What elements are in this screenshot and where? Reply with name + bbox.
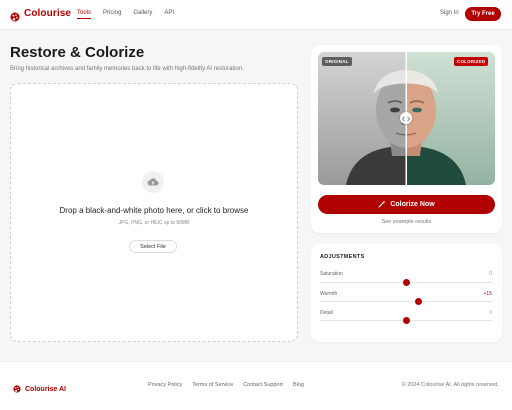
top-header: Colourise Tools Pricing Gallery API Sign…: [0, 0, 512, 30]
warmth-value: +15: [483, 291, 492, 297]
detail-slider-thumb[interactable]: [402, 317, 410, 324]
colorized-badge: COLORIZED: [454, 57, 489, 66]
warmth-label: Warmth: [320, 291, 338, 297]
footer-logo[interactable]: Colourise AI: [13, 380, 66, 398]
saturation-label: Saturation: [320, 271, 343, 277]
magic-wand-icon: [378, 200, 386, 210]
palette-icon: [10, 9, 20, 21]
palette-icon: [13, 380, 21, 398]
privacy-policy-link[interactable]: Privacy Policy: [148, 382, 182, 388]
detail-value: 0: [489, 310, 492, 316]
try-free-button[interactable]: Try Free: [465, 7, 501, 21]
nav-pricing[interactable]: Pricing: [103, 10, 121, 19]
footer-brand-name: Colourise AI: [25, 385, 66, 393]
comparison-slider-handle[interactable]: [400, 112, 412, 124]
nav-api[interactable]: API: [164, 10, 174, 19]
detail-slider[interactable]: [320, 317, 492, 324]
nav-gallery[interactable]: Gallery: [133, 10, 152, 19]
contact-support-link[interactable]: Contact Support: [243, 382, 283, 388]
warmth-slider[interactable]: [320, 298, 492, 305]
page-subtitle: Bring historical archives and family mem…: [10, 66, 244, 72]
copyright-text: © 2024 Colourise AI. All rights reserved…: [401, 382, 499, 388]
blog-link[interactable]: Blog: [293, 382, 304, 388]
saturation-slider-thumb[interactable]: [402, 279, 410, 286]
cloud-upload-icon: [142, 171, 164, 193]
brand-logo[interactable]: Colourise: [10, 8, 72, 21]
page-title: Restore & Colorize: [10, 44, 145, 61]
select-file-button[interactable]: Select File: [129, 240, 177, 253]
original-badge: ORIGINAL: [322, 57, 352, 66]
colorize-now-label: Colorize Now: [390, 201, 435, 208]
example-results-link[interactable]: See example results: [318, 219, 495, 225]
arrows-horizontal-icon: [401, 109, 411, 127]
saturation-value: 0: [489, 271, 492, 277]
terms-of-service-link[interactable]: Terms of Service: [192, 382, 233, 388]
detail-label: Detail: [320, 310, 333, 316]
nav-tools[interactable]: Tools: [77, 10, 92, 19]
sign-in-link[interactable]: Sign In: [440, 10, 459, 16]
warmth-slider-thumb[interactable]: [414, 298, 422, 305]
footer-links: Privacy Policy Terms of Service Contact …: [148, 382, 304, 388]
saturation-slider[interactable]: [320, 279, 492, 286]
brand-name: Colourise: [24, 8, 72, 19]
main-nav: Tools Pricing Gallery API: [77, 10, 174, 19]
dropzone-title: Drop a black-and-white photo here, or cl…: [59, 206, 249, 215]
dropzone-hint: JPG, PNG, or HEIC up to 50MB: [118, 220, 190, 226]
colorize-now-button[interactable]: Colorize Now: [318, 195, 495, 214]
adjustments-title: ADJUSTMENTS: [320, 254, 365, 260]
